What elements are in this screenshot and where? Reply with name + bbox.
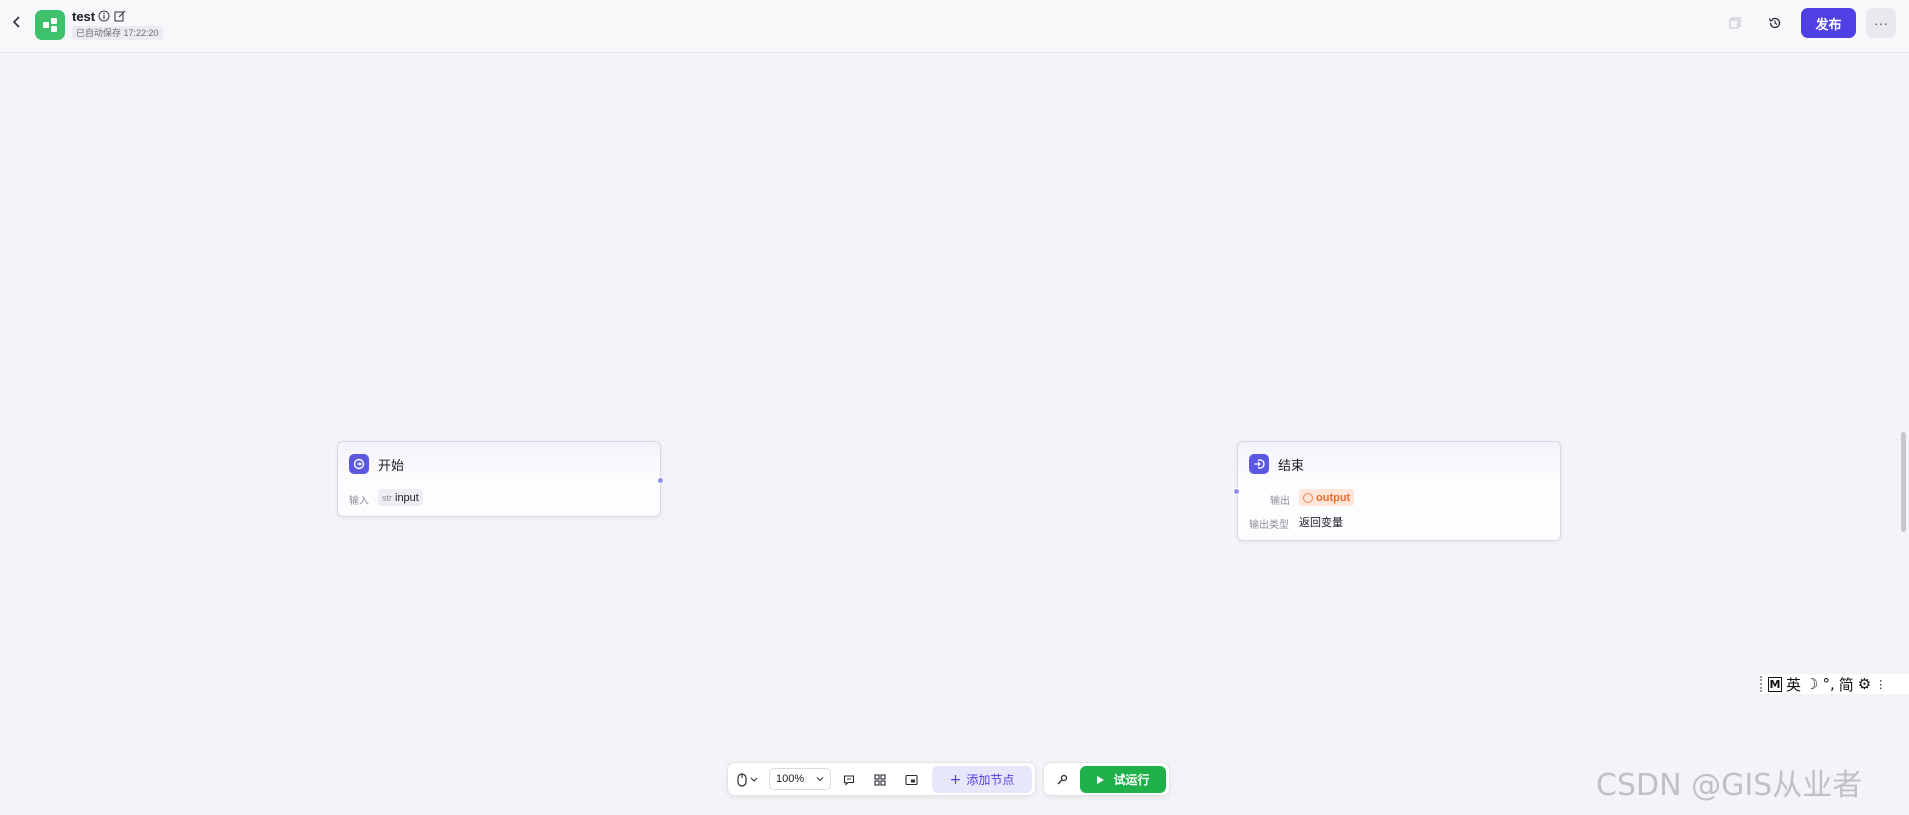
start-node-icon [349, 454, 369, 474]
workflow-logo-icon [35, 10, 65, 40]
canvas-scrollbar[interactable] [1901, 432, 1906, 532]
variable-ref-icon [1303, 492, 1313, 503]
more-options-button[interactable]: ··· [1866, 8, 1896, 38]
interaction-mode-button[interactable] [734, 769, 762, 791]
plus-icon: + [949, 771, 962, 788]
comment-button[interactable] [838, 769, 860, 791]
history-button[interactable] [1766, 14, 1784, 32]
start-output-port[interactable] [657, 477, 664, 484]
ime-language[interactable]: 英 [1786, 674, 1801, 695]
edit-icon[interactable] [114, 10, 126, 22]
output-type-value: 返回变量 [1299, 516, 1343, 529]
gear-icon[interactable]: ⚙ [1858, 675, 1871, 693]
output-label: 输出 [1270, 496, 1290, 507]
add-node-label: 添加节点 [966, 773, 1015, 787]
ime-mode[interactable]: 简 [1839, 674, 1854, 695]
test-run-button[interactable]: 试运行 [1080, 766, 1166, 793]
watermark: CSDN @GIS从业者 [1596, 768, 1863, 803]
end-input-port[interactable] [1233, 488, 1240, 495]
play-icon [1097, 775, 1105, 784]
back-button[interactable] [8, 13, 26, 31]
end-node-icon [1249, 454, 1269, 474]
workflow-title: test [72, 9, 96, 24]
history-icon [1768, 17, 1781, 29]
ime-grip[interactable] [1760, 676, 1762, 692]
minimap-button[interactable] [900, 769, 922, 791]
test-run-label: 试运行 [1113, 773, 1150, 787]
input-variable-type: str [382, 492, 392, 503]
add-node-button[interactable]: + 添加节点 [932, 766, 1032, 793]
mouse-icon [737, 773, 758, 787]
wrench-icon [1057, 774, 1068, 785]
end-node[interactable]: 结束 输出 output 输出类型 返回变量 [1233, 441, 1561, 541]
ime-more-icon[interactable]: ⋮ [1875, 678, 1886, 691]
moon-icon[interactable]: ☽ [1805, 675, 1818, 693]
start-node-title: 开始 [378, 459, 405, 474]
input-variable-name: input [395, 491, 419, 504]
info-icon[interactable] [98, 10, 110, 22]
output-variable-name: output [1316, 491, 1351, 504]
publish-button[interactable]: 发布 [1801, 8, 1856, 38]
chevron-down-icon [816, 777, 824, 782]
copy-icon [1729, 17, 1741, 29]
ime-toolbar: M 英 ☽ °, 简 ⚙ ⋮ [1760, 674, 1909, 694]
minimap-icon [904, 774, 918, 786]
run-toolbar: 试运行 [1043, 762, 1170, 796]
end-node-title: 结束 [1278, 459, 1305, 474]
ime-logo-icon[interactable]: M [1768, 676, 1782, 692]
auto-layout-button[interactable] [869, 769, 891, 791]
canvas-toolbar: 100% + 添加节点 [727, 762, 1036, 796]
input-label: 输入 [349, 496, 369, 507]
top-header: test 已自动保存 17:22:20 发布 ··· [0, 0, 1909, 53]
layout-grid-icon [874, 774, 886, 786]
chevron-left-icon [12, 16, 20, 28]
output-variable-tag: output [1299, 489, 1355, 506]
input-variable-tag: str input [378, 489, 423, 506]
punctuation-icon[interactable]: °, [1822, 675, 1834, 693]
copy-button[interactable] [1726, 14, 1744, 32]
output-type-label: 输出类型 [1249, 520, 1289, 531]
start-node[interactable]: 开始 输入 str input [337, 441, 664, 517]
debug-tools-button[interactable] [1051, 769, 1073, 791]
zoom-value: 100% [776, 773, 805, 785]
zoom-select[interactable]: 100% [769, 768, 831, 790]
comment-icon [843, 775, 855, 786]
autosave-status: 已自动保存 17:22:20 [72, 26, 163, 40]
